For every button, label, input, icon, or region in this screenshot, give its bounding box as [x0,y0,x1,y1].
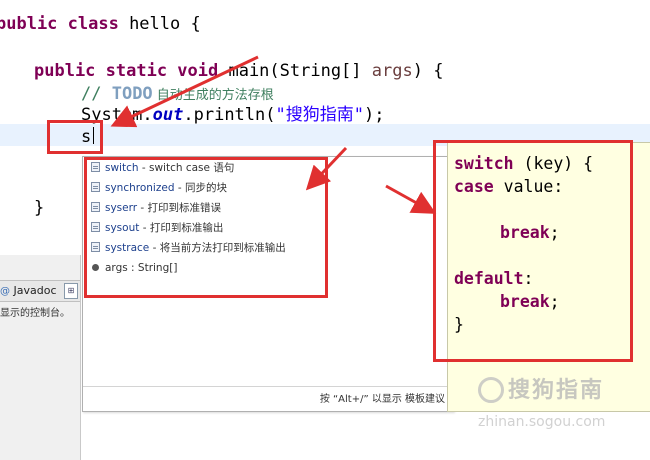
popup-footer-hint: 按 “Alt+/” 以显示 模板建议 [319,394,445,405]
watermark-url: zhinan.sogou.com [478,414,606,430]
annotation-box-preview [433,140,633,362]
tab-javadoc[interactable]: @ Javadoc ⊞ [0,280,80,302]
string-literal: "搜狗指南" [275,105,364,125]
println-line: System.out.println("搜狗指南"); [81,104,384,126]
println-call: .println( [183,105,276,125]
statement-end: ); [363,105,385,125]
closing-brace-line: } [34,197,44,219]
method-signature-end: ) { [412,61,444,81]
parameter-name: args [371,61,413,81]
todo-tag: TODO [111,84,153,104]
sogou-logo-icon [478,377,504,403]
method-signature: main(String[] [218,61,372,81]
annotation-box-input [47,120,103,154]
keyword: public static void [34,61,219,81]
watermark: 搜狗指南 zhinan.sogou.com [478,372,650,430]
out-field: out [152,105,184,125]
closing-brace: } [34,198,45,218]
console-text: 显示的控制台。 [0,308,70,319]
todo-comment-line: // TODO 自动生成的方法存根 [81,83,274,105]
keyword: public class [0,14,119,34]
comment-prefix: // [81,84,112,104]
javadoc-icon: @ [0,286,10,297]
comment-text: 自动生成的方法存根 [152,88,274,103]
annotation-box-popup [84,157,328,298]
tab-label: Javadoc [13,284,57,297]
declaration-view-icon[interactable]: ⊞ [64,283,78,299]
watermark-text: 搜狗指南 [508,378,605,403]
main-method-line: public static void main(String[] args) { [34,60,443,82]
class-declaration-line: public class hello { [0,13,201,35]
class-name: hello { [118,14,201,34]
divider [83,386,453,387]
